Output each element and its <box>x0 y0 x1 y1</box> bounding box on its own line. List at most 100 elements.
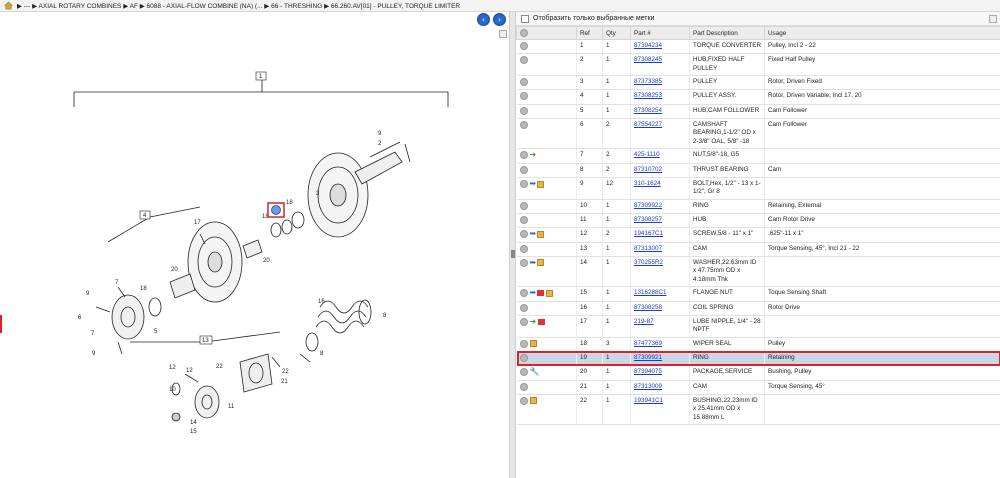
note-icon[interactable] <box>538 319 546 326</box>
table-row[interactable]: 18 3 87477369 WIPER SEAL Pulley <box>516 337 1000 352</box>
table-row[interactable]: 5 1 87308254 HUB,CAM FOLLOWER Cam Follower <box>516 104 1000 119</box>
row-part-number[interactable]: 87308257 <box>630 213 690 229</box>
table-row[interactable]: 6 2 87554227 CAMSHAFT BEARING,1-1/2" OD x 2… <box>516 118 1000 150</box>
select-radio-icon[interactable] <box>519 289 528 298</box>
row-part-number[interactable]: 1316288C1 <box>630 286 690 302</box>
package-icon[interactable] <box>546 289 554 297</box>
replacement-arrow-icon[interactable]: ➜ <box>530 150 537 159</box>
part-number-link[interactable]: 87308257 <box>634 216 662 223</box>
table-row[interactable]: 2 1 87308245 HUB,FIXED HALF PULLEY Fixed Hal… <box>516 53 1000 77</box>
replacement-arrow-icon[interactable]: ➜ <box>530 317 537 326</box>
table-row[interactable]: 10 1 87309922 RING Retaining, External <box>516 199 1000 214</box>
part-number-link[interactable]: 87373385 <box>634 78 662 85</box>
link-icon[interactable]: ➥ <box>530 229 537 238</box>
part-number-link[interactable]: 87394234 <box>634 42 662 49</box>
row-part-number[interactable]: 87554227 <box>630 118 690 150</box>
row-icons[interactable] <box>516 301 577 316</box>
part-number-link[interactable]: 87310702 <box>634 166 662 173</box>
row-icons[interactable] <box>516 242 577 257</box>
diagram-panel[interactable]: ‹ › 1 4 13 9 2 3 18 18 17 20 20 7 18 9 6… <box>0 12 509 478</box>
select-radio-icon[interactable] <box>519 244 528 253</box>
select-radio-icon[interactable] <box>519 339 528 348</box>
select-radio-icon[interactable] <box>519 382 528 391</box>
row-icons[interactable] <box>516 53 577 77</box>
row-icons[interactable]: ➥ <box>516 256 577 288</box>
part-number-link[interactable]: 219-87 <box>634 318 654 325</box>
part-number-link[interactable]: 87309922 <box>634 202 662 209</box>
row-icons[interactable]: ➥ <box>516 227 577 243</box>
table-row[interactable]: ➥ 9 12 310-1624 BOLT,Hex, 1/2" - 13 x 1-1/2"… <box>516 177 1000 200</box>
select-radio-icon[interactable] <box>519 258 528 267</box>
row-icons[interactable]: 🔧 <box>516 365 577 381</box>
select-radio-icon[interactable] <box>519 215 528 224</box>
link-icon[interactable]: ➥ <box>530 288 537 297</box>
table-row[interactable]: 3 1 87373385 PULLEY Rotor, Driven Fixed <box>516 75 1000 91</box>
row-icons[interactable] <box>516 380 577 395</box>
breadcrumb-path[interactable]: ▶ --- ▶ AXIAL ROTARY COMBINES ▶ AF ▶ 608… <box>17 2 460 10</box>
select-radio-icon[interactable] <box>519 165 528 174</box>
row-part-number[interactable]: 87394075 <box>630 365 690 381</box>
table-row[interactable]: 11 1 87308257 HUB Cam Rotor Drive <box>516 213 1000 229</box>
show-selected-checkbox[interactable] <box>521 14 529 23</box>
table-row[interactable]: ➜ 7 2 425-1110 NUT,5/8"-18, G5 <box>516 148 1000 164</box>
row-icons[interactable]: ➜ <box>516 148 577 164</box>
part-number-link[interactable]: 194167C1 <box>634 230 663 237</box>
row-part-number[interactable]: 370255R2 <box>630 256 690 288</box>
part-number-link[interactable]: 193941C1 <box>634 397 663 404</box>
row-part-number[interactable]: 87313009 <box>630 380 690 395</box>
package-icon[interactable] <box>529 340 537 348</box>
table-row[interactable]: 22 1 193941C1 BUSHING,22.23mm ID x 25.41mm … <box>516 394 1000 426</box>
part-number-link[interactable]: 87313009 <box>634 383 662 390</box>
row-icons[interactable] <box>516 163 577 178</box>
select-radio-icon[interactable] <box>519 92 528 101</box>
row-icons[interactable] <box>516 75 577 91</box>
row-part-number[interactable]: 87308258 <box>630 301 690 316</box>
table-row[interactable]: ➥ 12 2 194167C1 SCREW,5/8 - 11" x 1" .625"-11… <box>516 227 1000 243</box>
select-radio-icon[interactable] <box>519 303 528 312</box>
select-radio-icon[interactable] <box>519 78 528 87</box>
row-icons[interactable] <box>516 118 577 150</box>
row-icons[interactable]: ➜ <box>516 315 577 338</box>
home-icon[interactable] <box>4 1 13 10</box>
row-part-number[interactable]: 219-87 <box>630 315 690 338</box>
select-radio-icon[interactable] <box>519 353 528 362</box>
note-icon[interactable] <box>537 290 545 297</box>
header-ref[interactable]: Ref <box>576 26 603 40</box>
row-part-number[interactable]: 87310702 <box>630 163 690 178</box>
row-part-number[interactable]: 87394234 <box>630 39 690 55</box>
link-icon[interactable]: ➥ <box>530 258 537 267</box>
row-part-number[interactable]: 87308254 <box>630 104 690 119</box>
table-row[interactable]: ➥ 15 1 1316288C1 FLANGE NUT Toque Sensing Sha… <box>516 286 1000 302</box>
package-icon[interactable] <box>537 230 545 238</box>
scroll-up-button[interactable] <box>989 15 997 23</box>
row-icons[interactable] <box>516 337 577 352</box>
select-radio-icon[interactable] <box>519 180 528 189</box>
part-number-link[interactable]: 310-1624 <box>634 180 661 187</box>
table-row[interactable]: ➥ 14 1 370255R2 WASHER,22.63mm ID x 47.75mm … <box>516 256 1000 288</box>
table-row[interactable]: 19 1 87309921 RING Retaining <box>516 351 1000 367</box>
row-icons[interactable] <box>516 199 577 214</box>
table-row[interactable]: 4 1 87308253 PULLEY ASSY. Rotor, Driven Vari… <box>516 89 1000 105</box>
row-part-number[interactable]: 87308253 <box>630 89 690 105</box>
link-icon[interactable]: ➥ <box>530 179 537 188</box>
select-radio-icon[interactable] <box>519 56 528 65</box>
select-radio-icon[interactable] <box>519 106 528 115</box>
table-row[interactable]: 🔧 20 1 87394075 PACKAGE,SERVICE Bushing, Pull… <box>516 365 1000 381</box>
part-number-link[interactable]: 87554227 <box>634 121 662 128</box>
select-radio-icon[interactable] <box>519 318 528 327</box>
row-icons[interactable] <box>516 351 577 367</box>
row-part-number[interactable]: 194167C1 <box>630 227 690 243</box>
part-number-link[interactable]: 1316288C1 <box>634 289 667 296</box>
package-icon[interactable] <box>529 397 537 405</box>
header-qty[interactable]: Qty <box>602 26 631 40</box>
table-row[interactable]: 13 1 87313007 CAM Torque Sensing, 45°, Incl … <box>516 242 1000 257</box>
part-number-link[interactable]: 87394075 <box>634 368 662 375</box>
row-part-number[interactable]: 87309921 <box>630 351 690 367</box>
splitter-handle-icon[interactable] <box>511 250 515 258</box>
table-row[interactable]: 1 1 87394234 TORQUE CONVERTER Pulley, Incl 2… <box>516 39 1000 55</box>
row-icons[interactable] <box>516 213 577 229</box>
table-row[interactable]: 8 2 87310702 THRUST BEARING Cam <box>516 163 1000 178</box>
row-icons[interactable] <box>516 104 577 119</box>
row-part-number[interactable]: 87308245 <box>630 53 690 77</box>
header-desc[interactable]: Part Description <box>689 26 765 40</box>
